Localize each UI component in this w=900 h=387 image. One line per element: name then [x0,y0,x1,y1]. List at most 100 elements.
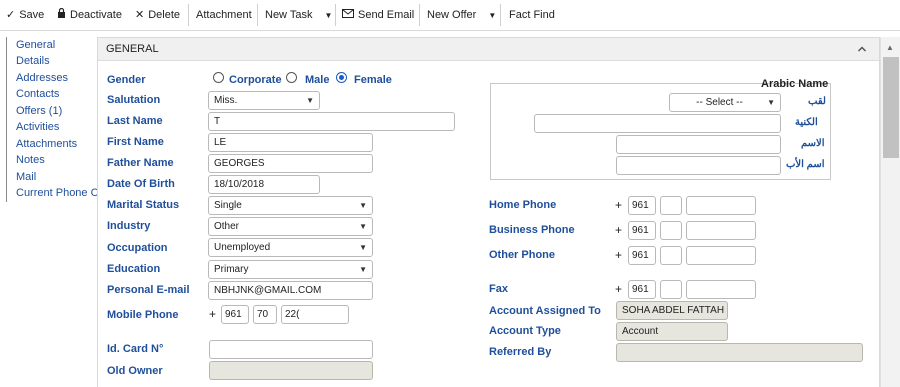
chevron-down-icon: ▼ [359,243,367,252]
arabic-ism-input[interactable] [616,135,781,154]
fax-plus: + [615,282,623,296]
fact-find-button[interactable]: Fact Find [509,0,555,30]
industry-label: Industry [107,220,151,232]
sidebar-item-offers[interactable]: Offers (1) [16,103,62,119]
sidebar-item-current-phone-call[interactable]: Current Phone Call [16,185,110,201]
education-select[interactable]: Primary ▼ [208,260,373,279]
toolbar-divider [335,4,336,26]
mobile-phone-label: Mobile Phone [107,309,179,321]
toolbar-divider [419,4,420,26]
fax-label: Fax [489,283,508,295]
home-phone-label: Home Phone [489,199,557,211]
occupation-label: Occupation [107,242,168,254]
gender-label: Gender [107,74,146,86]
radio-female[interactable] [336,72,347,83]
personal-email-label: Personal E-mail [107,284,190,296]
attachment-button[interactable]: Attachment [196,0,252,30]
occupation-select[interactable]: Unemployed ▼ [208,238,373,257]
personal-email-input[interactable]: NBHJNK@GMAIL.COM [208,281,373,300]
arabic-father-name-input[interactable] [616,156,781,175]
business-phone-number-input[interactable] [686,221,756,240]
chevron-down-icon[interactable]: ▼ [488,11,496,20]
old-owner-label: Old Owner [107,365,163,377]
vertical-scrollbar[interactable]: ▲ [880,37,900,387]
send-email-button[interactable]: Send Email [342,0,414,30]
business-phone-area-code-input[interactable] [660,221,682,240]
radio-corporate[interactable] [213,72,224,83]
last-name-input[interactable]: T [208,112,455,131]
last-name-label: Last Name [107,115,163,127]
deactivate-button[interactable]: Deactivate [57,0,122,30]
checkmark-icon: ✓ [6,9,16,21]
mobile-country-code-input[interactable]: 961 [221,305,249,324]
mobile-plus: + [209,307,217,321]
radio-female-label: Female [354,74,392,86]
industry-select[interactable]: Other ▼ [208,217,373,236]
radio-male-label: Male [305,74,330,86]
sidebar-item-general[interactable]: General [16,37,55,53]
sidebar-item-mail[interactable]: Mail [16,169,36,185]
education-label: Education [107,263,161,275]
chevron-down-icon: ▼ [359,201,367,210]
scrollbar-thumb[interactable] [883,57,899,158]
chevron-down-icon[interactable]: ▼ [324,11,332,20]
fax-country-code-input[interactable]: 961 [628,280,656,299]
salutation-select[interactable]: Miss. ▼ [208,91,320,110]
sidebar-item-addresses[interactable]: Addresses [16,70,68,86]
sidebar-item-notes[interactable]: Notes [16,152,45,168]
chevron-up-icon[interactable] [857,44,867,54]
other-phone-area-code-input[interactable] [660,246,682,265]
other-phone-label: Other Phone [489,249,556,261]
salutation-label: Salutation [107,94,161,106]
other-phone-country-code-input[interactable]: 961 [628,246,656,265]
account-type-label: Account Type [489,325,561,337]
other-phone-number-input[interactable] [686,246,756,265]
sidebar-nav: General Details Addresses Contacts Offer… [6,37,110,202]
arabic-kunya-input[interactable] [534,114,781,133]
toolbar-divider [500,4,501,26]
radio-corporate-label: Corporate [229,74,282,86]
toolbar-divider [188,4,189,26]
id-card-label: Id. Card N° [107,343,164,355]
sidebar-item-activities[interactable]: Activities [16,119,59,135]
new-offer-button[interactable]: New Offer ▼ [427,0,496,30]
radio-male[interactable] [286,72,297,83]
general-panel: GENERAL Gender Corporate Male Female Sal… [97,37,880,387]
mobile-number-input[interactable]: 22( [281,305,349,324]
business-phone-label: Business Phone [489,224,575,236]
fax-area-code-input[interactable] [660,280,682,299]
save-button[interactable]: ✓ Save [6,0,44,30]
chevron-down-icon: ▼ [359,222,367,231]
account-type-field: Account [616,322,728,341]
marital-status-select[interactable]: Single ▼ [208,196,373,215]
father-name-label: Father Name [107,157,174,169]
id-card-input[interactable] [209,340,373,359]
dob-label: Date Of Birth [107,178,175,190]
delete-button[interactable]: ✕ Delete [135,0,180,30]
sidebar-item-contacts[interactable]: Contacts [16,86,59,102]
home-phone-number-input[interactable] [686,196,756,215]
home-phone-country-code-input[interactable]: 961 [628,196,656,215]
panel-title: GENERAL [106,43,159,55]
panel-header[interactable]: GENERAL [98,38,879,61]
fax-number-input[interactable] [686,280,756,299]
first-name-input[interactable]: LE [208,133,373,152]
sidebar-item-details[interactable]: Details [16,53,50,69]
scroll-up-icon[interactable]: ▲ [886,43,894,52]
chevron-down-icon: ▼ [306,96,314,105]
mobile-area-code-input[interactable]: 70 [253,305,277,324]
dob-input[interactable]: 18/10/2018 [208,175,320,194]
first-name-label: First Name [107,136,164,148]
arabic-laqab-select[interactable]: -- Select -- ▼ [669,93,781,112]
arabic-kunya-label: الكنية [795,117,818,128]
referred-by-field[interactable] [616,343,863,362]
father-name-input[interactable]: GEORGES [208,154,373,173]
sidebar-item-attachments[interactable]: Attachments [16,136,77,152]
business-phone-country-code-input[interactable]: 961 [628,221,656,240]
account-assigned-label: Account Assigned To [489,305,601,317]
old-owner-field [209,361,373,380]
arabic-laqab-label: لقب [808,96,826,107]
business-phone-plus: + [615,223,623,237]
home-phone-area-code-input[interactable] [660,196,682,215]
new-task-button[interactable]: New Task ▼ [265,0,332,30]
